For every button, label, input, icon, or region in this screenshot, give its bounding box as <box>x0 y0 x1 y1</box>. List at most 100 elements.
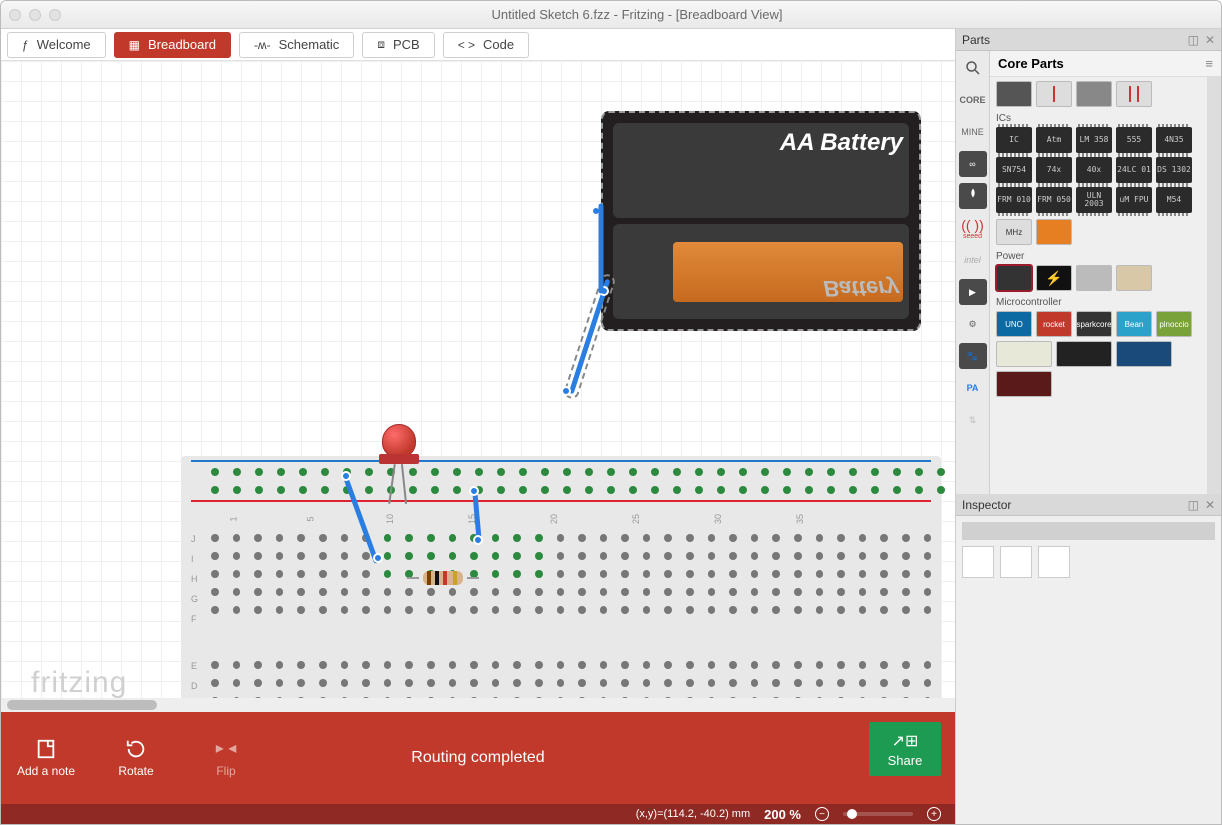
bin-seeed-icon[interactable]: (( ))seeed <box>959 215 987 241</box>
tab-schematic[interactable]: -ʍ- Schematic <box>239 32 354 58</box>
part-battery-holder[interactable] <box>996 265 1032 291</box>
inspector-title-field[interactable] <box>962 522 1215 540</box>
wire-endpoint[interactable] <box>469 486 479 496</box>
tab-pcb[interactable]: ⧈ PCB <box>362 32 434 58</box>
zoom-out-button[interactable]: − <box>815 807 829 821</box>
part-ic-chip[interactable]: FRM 050 <box>1036 187 1072 213</box>
tab-breadboard[interactable]: ▦ Breadboard <box>114 32 231 58</box>
add-note-label: Add a note <box>17 764 75 778</box>
add-note-button[interactable]: Add a note <box>1 738 91 778</box>
part-thumb[interactable]: MHz <box>996 219 1032 245</box>
panel-close-icon[interactable]: ✕ <box>1205 498 1215 512</box>
breadboard-part[interactable]: 15101520253035 JIHGF EDCB <box>181 456 941 712</box>
part-ic-chip[interactable]: 40x <box>1076 157 1112 183</box>
parts-panel-header[interactable]: Parts ◫✕ <box>956 29 1221 51</box>
inspector-panel-header[interactable]: Inspector ◫✕ <box>956 494 1221 516</box>
bin-play-icon[interactable]: ▶ <box>959 279 987 305</box>
bin-updown-icon[interactable]: ⇅ <box>959 407 987 433</box>
part-ic-chip[interactable]: 24LC 01 <box>1116 157 1152 183</box>
bin-search-icon[interactable] <box>959 55 987 81</box>
horizontal-scrollbar[interactable] <box>1 698 955 712</box>
traffic-max[interactable] <box>49 9 61 21</box>
part-thumb[interactable] <box>1116 341 1172 367</box>
part-ic-chip[interactable]: IC <box>996 127 1032 153</box>
wire-segment[interactable] <box>599 204 604 294</box>
part-thumb[interactable] <box>1116 81 1152 107</box>
breadboard-icon: ▦ <box>129 38 140 52</box>
bin-gear-icon[interactable]: ⚙ <box>959 311 987 337</box>
traffic-min[interactable] <box>29 9 41 21</box>
status-bar: (x,y)=(114.2, -40.2) mm 200 % − + <box>1 804 955 824</box>
bin-core[interactable]: CORE <box>959 87 987 113</box>
parts-scrollbar[interactable] <box>1207 77 1221 494</box>
part-thumb[interactable] <box>1036 81 1072 107</box>
part-micro[interactable]: sparkcore <box>1076 311 1112 337</box>
zoom-in-button[interactable]: + <box>927 807 941 821</box>
part-ic-chip[interactable]: 555 <box>1116 127 1152 153</box>
tab-code[interactable]: < > Code <box>443 32 529 58</box>
part-thumb[interactable] <box>996 341 1052 367</box>
bin-bear-icon[interactable]: 🐾 <box>959 343 987 369</box>
part-ic-chip[interactable]: FRM 010 <box>996 187 1032 213</box>
part-ic-chip[interactable]: 74x <box>1036 157 1072 183</box>
part-thumb[interactable] <box>996 81 1032 107</box>
flip-button[interactable]: ▸ ◂ Flip <box>181 738 271 778</box>
section-ics: ICs <box>996 113 1201 124</box>
battery-neg-terminal[interactable] <box>601 175 603 181</box>
rotate-button[interactable]: Rotate <box>91 738 181 778</box>
part-ic-chip[interactable]: M54 <box>1156 187 1192 213</box>
tab-schematic-label: Schematic <box>279 37 340 52</box>
bin-parallax-icon[interactable] <box>959 183 987 209</box>
parts-list[interactable]: ICs ICAtmLM 3585554N35 SN75474x40x24LC 01… <box>990 77 1207 494</box>
section-micro: Microcontroller <box>996 297 1201 308</box>
part-ic-chip[interactable]: Atm <box>1036 127 1072 153</box>
part-ic-chip[interactable]: 4N35 <box>1156 127 1192 153</box>
part-ic-chip[interactable]: uM FPU <box>1116 187 1152 213</box>
wire-endpoint[interactable] <box>373 553 383 563</box>
part-micro[interactable]: rocket <box>1036 311 1072 337</box>
bin-pa-icon[interactable]: PA <box>959 375 987 401</box>
bin-intel-icon[interactable]: intel <box>959 247 987 273</box>
part-micro[interactable]: Bean <box>1116 311 1152 337</box>
part-breadboard-ps[interactable] <box>1116 265 1152 291</box>
share-button[interactable]: ↗⊞ Share <box>869 722 941 776</box>
bin-mine[interactable]: MINE <box>959 119 987 145</box>
part-thumb[interactable] <box>1056 341 1112 367</box>
part-micro[interactable]: UNO <box>996 311 1032 337</box>
part-thumb[interactable] <box>996 371 1052 397</box>
parts-bin-strip: CORE MINE ∞ (( ))seeed intel ▶ ⚙ 🐾 PA ⇅ <box>956 51 990 494</box>
part-thumb[interactable] <box>1076 81 1112 107</box>
led-part[interactable] <box>379 424 419 474</box>
battery-holder-part[interactable]: AA Battery Battery <box>601 111 921 331</box>
panel-undock-icon[interactable]: ◫ <box>1188 498 1199 512</box>
wire-endpoint[interactable] <box>561 386 571 396</box>
part-ic-chip[interactable]: SN754 <box>996 157 1032 183</box>
wire-endpoint[interactable] <box>341 471 351 481</box>
resistor-part[interactable] <box>413 571 473 585</box>
part-ic-chip[interactable]: ULN 2003 <box>1076 187 1112 213</box>
canvas[interactable]: 15101520253035 JIHGF EDCB AA Battery B <box>1 61 955 712</box>
part-ic-chip[interactable]: DS 1302 <box>1156 157 1192 183</box>
core-parts-label: Core Parts <box>998 56 1064 71</box>
rotate-label: Rotate <box>118 764 153 778</box>
tab-pcb-label: PCB <box>393 37 420 52</box>
flip-icon: ▸ ◂ <box>216 738 237 760</box>
part-micro[interactable]: pinoccio <box>1156 311 1192 337</box>
panel-close-icon[interactable]: ✕ <box>1205 33 1215 47</box>
traffic-close[interactable] <box>9 9 21 21</box>
parts-bin-menu-icon[interactable]: ≡ <box>1205 56 1213 71</box>
part-thumb[interactable] <box>1036 219 1072 245</box>
tab-breadboard-label: Breadboard <box>148 37 216 52</box>
titlebar: Untitled Sketch 6.fzz - Fritzing - [Brea… <box>1 1 1221 29</box>
part-ic-chip[interactable]: LM 358 <box>1076 127 1112 153</box>
zoom-slider[interactable] <box>843 812 913 816</box>
inspector-view-breadboard[interactable] <box>962 546 994 578</box>
bin-arduino-icon[interactable]: ∞ <box>959 151 987 177</box>
part-coin-cell[interactable] <box>1076 265 1112 291</box>
inspector-view-pcb[interactable] <box>1038 546 1070 578</box>
part-power-plug[interactable]: ⚡ <box>1036 265 1072 291</box>
wire-endpoint[interactable] <box>473 535 483 545</box>
inspector-view-schematic[interactable] <box>1000 546 1032 578</box>
panel-undock-icon[interactable]: ◫ <box>1188 33 1199 47</box>
tab-welcome[interactable]: ƒ Welcome <box>7 32 106 58</box>
